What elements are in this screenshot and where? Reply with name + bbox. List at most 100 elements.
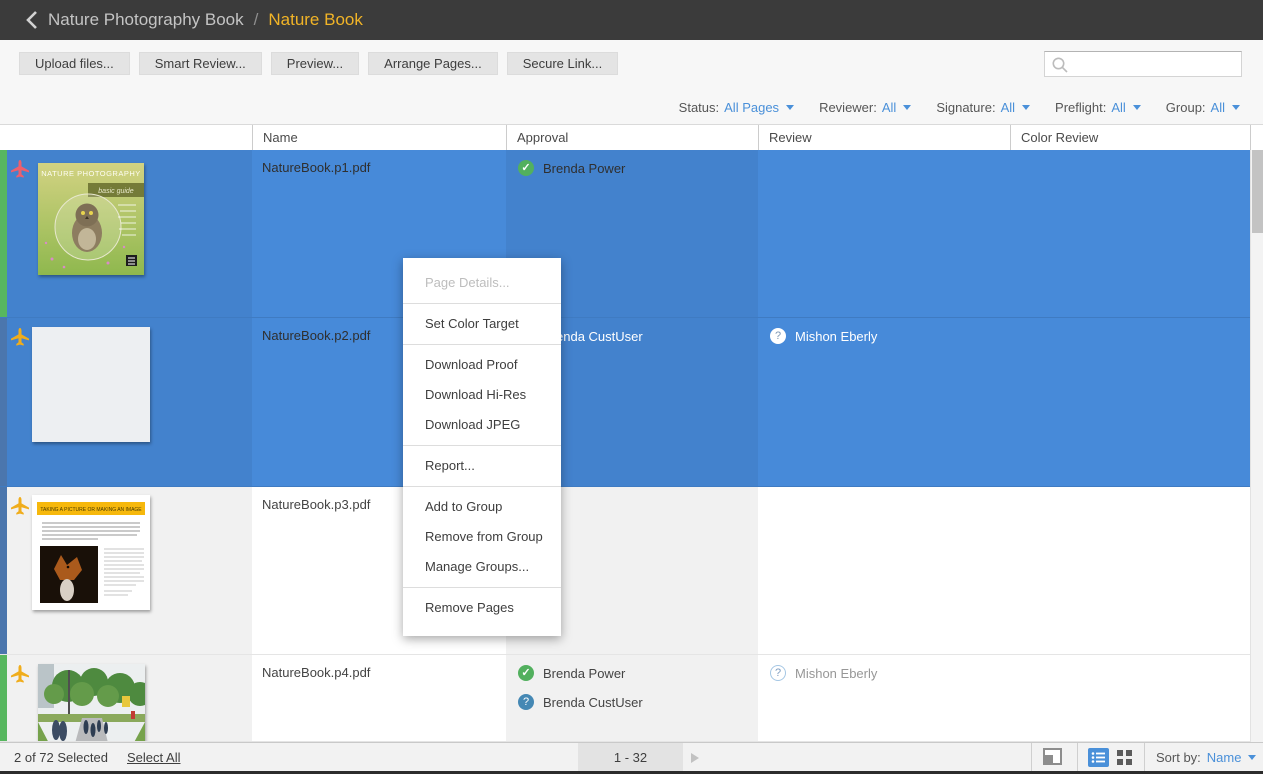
chevron-left-icon bbox=[24, 8, 40, 32]
preview-button[interactable]: Preview... bbox=[271, 52, 359, 75]
sort-by-control[interactable]: Sort by: Name bbox=[1156, 750, 1256, 765]
app-window: Nature Photography Book / Nature Book Up… bbox=[0, 0, 1263, 774]
menu-item-page-details: Page Details... bbox=[403, 268, 561, 298]
pending-question-icon: ? bbox=[518, 694, 534, 710]
filter-bar: Status:All PagesReviewer:AllSignature:Al… bbox=[679, 99, 1240, 116]
menu-item-download-proof[interactable]: Download Proof bbox=[403, 350, 561, 380]
filter-preflight[interactable]: Preflight: All bbox=[1055, 100, 1141, 115]
filter-label: Signature: bbox=[936, 100, 995, 115]
smart-review-button[interactable]: Smart Review... bbox=[139, 52, 262, 75]
scrollbar-thumb[interactable] bbox=[1252, 150, 1263, 233]
back-button[interactable] bbox=[24, 8, 42, 32]
menu-item-manage-groups[interactable]: Manage Groups... bbox=[403, 552, 561, 582]
pages-table: NATURE PHOTOGRAPHYbasic guide NatureBook.… bbox=[0, 150, 1250, 742]
column-header-name: Name bbox=[252, 125, 506, 151]
filter-value: All Pages bbox=[724, 100, 779, 115]
selection-count: 2 of 72 Selected bbox=[14, 750, 108, 765]
filter-label: Preflight: bbox=[1055, 100, 1106, 115]
vertical-scrollbar[interactable] bbox=[1250, 150, 1263, 742]
caret-down-icon bbox=[903, 105, 911, 110]
page-name-cell: NatureBook.p4.pdf bbox=[252, 655, 506, 741]
list-view-icon[interactable] bbox=[1088, 748, 1109, 770]
caret-down-icon bbox=[1248, 755, 1256, 760]
filter-value: All bbox=[1111, 100, 1125, 115]
page-thumbnail[interactable]: TAKING A PICTURE OR MAKING AN IMAGE bbox=[32, 495, 150, 610]
page-row-4[interactable]: NatureBook.p4.pdf ✓ Brenda Power? Brenda Cu… bbox=[0, 655, 1250, 742]
menu-item-add-to-group[interactable]: Add to Group bbox=[403, 492, 561, 522]
statusbar-divider bbox=[1144, 743, 1145, 772]
page-row-2[interactable]: NatureBook.p2.pdf?Brenda CustUser?Mishon… bbox=[0, 318, 1250, 487]
detail-panel-view-icon[interactable] bbox=[1043, 748, 1062, 765]
page-thumbnail-cell bbox=[0, 318, 252, 486]
column-header-color-review: Color Review bbox=[1010, 125, 1250, 151]
caret-down-icon bbox=[786, 105, 794, 110]
next-page-icon[interactable] bbox=[691, 753, 699, 763]
sort-by-value: Name bbox=[1207, 750, 1242, 765]
status-stripe bbox=[0, 150, 7, 317]
breadcrumb-parent[interactable]: Nature Photography Book bbox=[48, 10, 244, 30]
reviewer-entry: ?Mishon Eberly bbox=[770, 328, 1010, 344]
reviewer-entry: ? Mishon Eberly bbox=[770, 665, 1010, 681]
statusbar-divider bbox=[1077, 743, 1078, 772]
search-box bbox=[1044, 51, 1242, 77]
menu-group: Add to GroupRemove from GroupManage Grou… bbox=[403, 486, 561, 587]
reviewer-entry: ✓ Brenda Power bbox=[518, 665, 758, 681]
column-header-scroll-gutter bbox=[1250, 125, 1263, 151]
color-review-cell bbox=[1010, 487, 1250, 654]
upload-files-button[interactable]: Upload files... bbox=[19, 52, 130, 75]
page-thumbnail[interactable] bbox=[32, 327, 150, 442]
menu-item-report[interactable]: Report... bbox=[403, 451, 561, 481]
filter-label: Reviewer: bbox=[819, 100, 877, 115]
sort-by-label: Sort by: bbox=[1156, 750, 1201, 765]
page-thumbnail[interactable] bbox=[38, 664, 145, 742]
menu-item-download-hi-res[interactable]: Download Hi-Res bbox=[403, 380, 561, 410]
menu-item-set-color-target[interactable]: Set Color Target bbox=[403, 309, 561, 339]
grid-view-icon[interactable] bbox=[1117, 750, 1132, 768]
caret-down-icon bbox=[1133, 105, 1141, 110]
review-cell: ? Mishon Eberly bbox=[758, 655, 1010, 741]
pending-question-icon: ? bbox=[770, 665, 786, 681]
arrange-pages-button[interactable]: Arrange Pages... bbox=[368, 52, 498, 75]
filter-status[interactable]: Status: All Pages bbox=[679, 100, 794, 115]
plane-icon bbox=[10, 159, 30, 179]
filter-group[interactable]: Group:All bbox=[1166, 100, 1240, 115]
menu-item-remove-from-group[interactable]: Remove from Group bbox=[403, 522, 561, 552]
status-bar: 2 of 72 Selected Select All 1 - 32 Sort … bbox=[0, 742, 1263, 772]
filter-reviewer[interactable]: Reviewer: All bbox=[819, 100, 911, 115]
page-range[interactable]: 1 - 32 bbox=[578, 743, 683, 772]
search-input[interactable] bbox=[1075, 53, 1239, 77]
statusbar-divider bbox=[1031, 743, 1032, 772]
toolbar: Upload files... Smart Review... Preview...… bbox=[19, 52, 618, 75]
page-row-1[interactable]: NATURE PHOTOGRAPHYbasic guide NatureBook.… bbox=[0, 150, 1250, 318]
page-name: NatureBook.p4.pdf bbox=[252, 655, 506, 680]
filter-label: Status: bbox=[679, 100, 719, 115]
menu-group: Set Color Target bbox=[403, 303, 561, 344]
menu-item-remove-pages[interactable]: Remove Pages bbox=[403, 593, 561, 623]
column-header-thumbnail bbox=[0, 125, 252, 151]
status-stripe bbox=[0, 487, 7, 654]
reviewer-name: Brenda CustUser bbox=[543, 695, 643, 710]
reviewer-name: Brenda Power bbox=[543, 666, 625, 681]
menu-group: Page Details... bbox=[403, 263, 561, 303]
status-stripe bbox=[0, 318, 7, 486]
review-cell bbox=[758, 487, 1010, 654]
page-row-3[interactable]: TAKING A PICTURE OR MAKING AN IMAGENatur… bbox=[0, 487, 1250, 655]
reviewer-name: Brenda Power bbox=[543, 161, 625, 176]
color-review-cell bbox=[1010, 655, 1250, 741]
breadcrumb-separator: / bbox=[254, 10, 259, 30]
secure-link-button[interactable]: Secure Link... bbox=[507, 52, 619, 75]
reviewer-entry: ✓Brenda Power bbox=[518, 160, 758, 176]
review-cell bbox=[758, 150, 1010, 317]
page-name: NatureBook.p1.pdf bbox=[252, 150, 506, 175]
review-cell: ?Mishon Eberly bbox=[758, 318, 1010, 486]
reviewer-name: Mishon Eberly bbox=[795, 329, 877, 344]
menu-item-download-jpeg[interactable]: Download JPEG bbox=[403, 410, 561, 440]
page-thumbnail-cell: NATURE PHOTOGRAPHYbasic guide bbox=[0, 150, 252, 317]
page-thumbnail[interactable]: NATURE PHOTOGRAPHYbasic guide bbox=[38, 163, 144, 275]
approval-cell: ✓ Brenda Power? Brenda CustUser bbox=[506, 655, 758, 741]
approved-check-icon: ✓ bbox=[518, 665, 534, 681]
filter-signature[interactable]: Signature:All bbox=[936, 100, 1030, 115]
filter-value: All bbox=[882, 100, 896, 115]
select-all-link[interactable]: Select All bbox=[127, 750, 180, 765]
reviewer-name: Mishon Eberly bbox=[795, 666, 877, 681]
